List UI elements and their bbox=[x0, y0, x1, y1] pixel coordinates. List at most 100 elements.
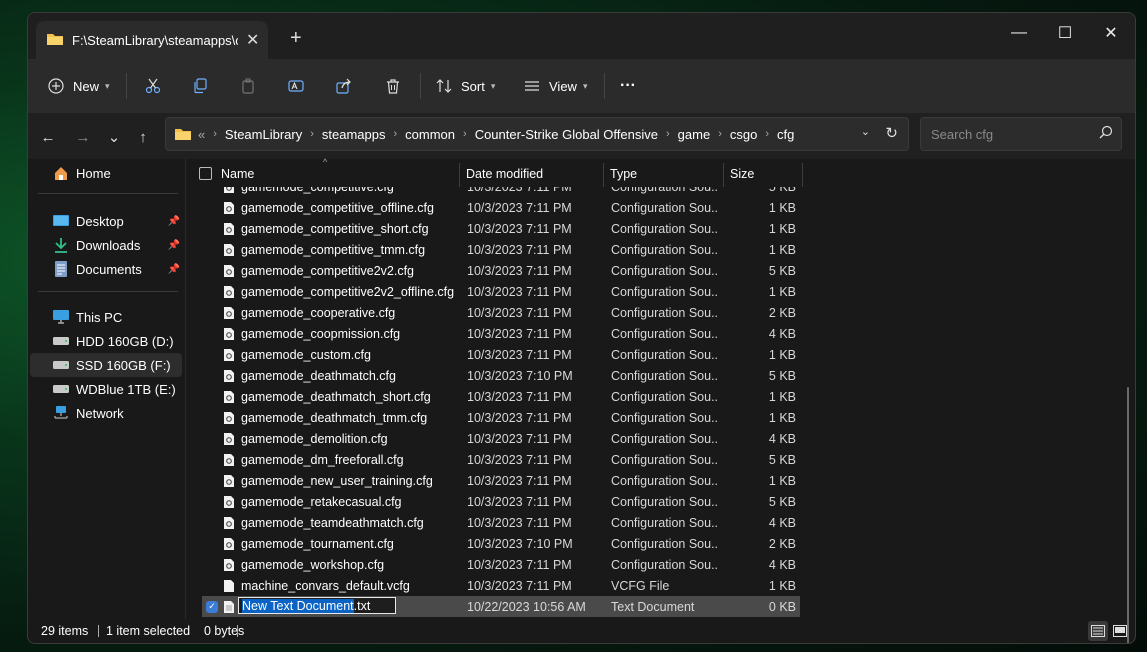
cell-name: gamemode_competitive2v2_offline.cfg bbox=[241, 284, 455, 299]
address-row: ← → ⌄ ↑ « › SteamLibrary › steamapps › c… bbox=[28, 113, 1135, 159]
new-button[interactable]: New ▾ bbox=[48, 71, 110, 101]
column-header-date[interactable]: Date modified bbox=[466, 167, 543, 181]
address-bar[interactable]: « › SteamLibrary › steamapps › common › … bbox=[165, 117, 909, 151]
table-row[interactable]: gamemode_new_user_training.cfg 10/3/2023 … bbox=[202, 470, 800, 491]
cell-date: 10/3/2023 7:11 PM bbox=[467, 284, 572, 299]
select-all-checkbox[interactable] bbox=[199, 167, 212, 180]
table-row[interactable]: gamemode_deathmatch_short.cfg 10/3/2023 7… bbox=[202, 386, 800, 407]
pin-icon: 📌 bbox=[167, 215, 180, 227]
sidebar-item-label: Documents bbox=[76, 261, 142, 277]
rename-button[interactable] bbox=[288, 71, 304, 101]
cell-date: 10/3/2023 7:11 PM bbox=[467, 578, 572, 593]
new-label: New bbox=[73, 78, 100, 94]
breadcrumb-item[interactable]: steamapps bbox=[322, 127, 386, 142]
cell-type: Configuration Sou... bbox=[611, 347, 719, 362]
sidebar-item-drive-e[interactable]: WDBlue 1TB (E:) bbox=[30, 377, 182, 401]
table-row[interactable]: gamemode_competitive.cfg 10/3/2023 7:11 P… bbox=[202, 187, 800, 197]
delete-button[interactable] bbox=[385, 71, 401, 101]
column-divider[interactable] bbox=[459, 163, 460, 187]
table-row[interactable]: gamemode_competitive_tmm.cfg 10/3/2023 7:… bbox=[202, 239, 800, 260]
column-header-type[interactable]: Type bbox=[610, 167, 637, 181]
search-input[interactable] bbox=[929, 125, 1093, 143]
cell-size: 5 KB bbox=[769, 187, 796, 194]
forward-button[interactable]: → bbox=[72, 126, 94, 148]
search-box[interactable] bbox=[920, 117, 1122, 151]
table-row[interactable]: gamemode_tournament.cfg 10/3/2023 7:10 PM… bbox=[202, 533, 800, 554]
breadcrumb-item[interactable]: SteamLibrary bbox=[225, 127, 302, 142]
table-row[interactable]: gamemode_custom.cfg 10/3/2023 7:11 PM Conf… bbox=[202, 344, 800, 365]
sidebar-item-label: SSD 160GB (F:) bbox=[76, 357, 171, 373]
table-row[interactable]: gamemode_retakecasual.cfg 10/3/2023 7:11 … bbox=[202, 491, 800, 512]
view-button[interactable]: View ▾ bbox=[524, 71, 587, 101]
paste-button[interactable] bbox=[240, 71, 256, 101]
breadcrumb-item[interactable]: game bbox=[678, 127, 711, 142]
cut-button[interactable] bbox=[145, 71, 161, 101]
sidebar-item-network[interactable]: Network bbox=[30, 401, 182, 425]
back-button[interactable]: ← bbox=[37, 126, 59, 148]
table-row[interactable]: gamemode_workshop.cfg 10/3/2023 7:11 PM Co… bbox=[202, 554, 800, 575]
table-row[interactable]: gamemode_competitive_offline.cfg 10/3/202… bbox=[202, 197, 800, 218]
table-row[interactable]: gamemode_cooperative.cfg 10/3/2023 7:11 P… bbox=[202, 302, 800, 323]
table-row[interactable]: gamemode_deathmatch_tmm.cfg 10/3/2023 7:1… bbox=[202, 407, 800, 428]
divider bbox=[237, 625, 238, 637]
table-row[interactable]: gamemode_coopmission.cfg 10/3/2023 7:11 P… bbox=[202, 323, 800, 344]
more-options-button[interactable]: ··· bbox=[620, 71, 636, 101]
divider bbox=[420, 73, 421, 99]
tiles-view-button[interactable] bbox=[1110, 621, 1130, 641]
column-header-name[interactable]: Name bbox=[221, 167, 254, 181]
breadcrumb-item[interactable]: cfg bbox=[777, 127, 794, 142]
table-row[interactable]: gamemode_deathmatch.cfg 10/3/2023 7:10 PM… bbox=[202, 365, 800, 386]
breadcrumb-item[interactable]: Counter-Strike Global Offensive bbox=[475, 127, 658, 142]
cell-name: gamemode_competitive_tmm.cfg bbox=[241, 242, 426, 257]
cell-type: Configuration Sou... bbox=[611, 242, 719, 257]
sort-button[interactable]: Sort ▾ bbox=[436, 71, 495, 101]
table-row[interactable]: gamemode_dm_freeforall.cfg 10/3/2023 7:11… bbox=[202, 449, 800, 470]
sidebar-item-downloads[interactable]: Downloads 📌 bbox=[30, 233, 182, 257]
row-checkbox[interactable]: ✓ bbox=[206, 600, 218, 613]
column-header-size[interactable]: Size bbox=[730, 167, 754, 181]
table-row[interactable]: gamemode_demolition.cfg 10/3/2023 7:11 PM… bbox=[202, 428, 800, 449]
up-button[interactable]: ↑ bbox=[132, 126, 154, 148]
tab-current-folder[interactable]: F:\SteamLibrary\steamapps\co ✕ bbox=[36, 21, 268, 59]
details-view-button[interactable] bbox=[1088, 621, 1108, 641]
cell-type: Configuration Sou... bbox=[611, 494, 719, 509]
table-row[interactable]: machine_convars_default.vcfg 10/3/2023 7:… bbox=[202, 575, 800, 596]
sidebar-item-home[interactable]: Home bbox=[30, 161, 182, 185]
table-row[interactable]: gamemode_competitive2v2.cfg 10/3/2023 7:1… bbox=[202, 260, 800, 281]
column-divider[interactable] bbox=[603, 163, 604, 187]
refresh-icon[interactable]: ↻ bbox=[885, 124, 898, 142]
breadcrumb-item[interactable]: csgo bbox=[730, 127, 757, 142]
close-window-button[interactable]: ✕ bbox=[1088, 19, 1134, 47]
table-row-renaming[interactable]: ✓ New Text Document .txt 10/22/2023 10:56… bbox=[202, 596, 800, 617]
sidebar-item-drive-d[interactable]: HDD 160GB (D:) bbox=[30, 329, 182, 353]
search-icon[interactable] bbox=[1099, 125, 1113, 142]
cell-size: 5 KB bbox=[768, 368, 796, 383]
column-divider[interactable] bbox=[723, 163, 724, 187]
plus-circle-icon bbox=[48, 78, 64, 94]
tab-close-icon[interactable]: ✕ bbox=[246, 30, 259, 50]
recent-locations-button[interactable]: ⌄ bbox=[103, 126, 125, 148]
copy-button[interactable] bbox=[192, 71, 208, 101]
sidebar-item-documents[interactable]: Documents 📌 bbox=[30, 257, 182, 281]
table-row[interactable]: gamemode_competitive_short.cfg 10/3/2023 … bbox=[202, 218, 800, 239]
share-button[interactable] bbox=[336, 71, 352, 101]
breadcrumb-item[interactable]: common bbox=[405, 127, 455, 142]
cell-date: 10/3/2023 7:11 PM bbox=[467, 431, 572, 446]
maximize-button[interactable]: ☐ bbox=[1042, 19, 1088, 47]
chevron-right-icon: › bbox=[213, 128, 217, 140]
sidebar-item-this-pc[interactable]: This PC bbox=[30, 305, 182, 329]
divider bbox=[38, 291, 178, 292]
sidebar-item-drive-f[interactable]: SSD 160GB (F:) bbox=[30, 353, 182, 377]
column-divider[interactable] bbox=[802, 163, 803, 187]
pane-splitter[interactable] bbox=[185, 159, 186, 619]
minimize-button[interactable]: — bbox=[996, 19, 1042, 47]
table-row[interactable]: gamemode_competitive2v2_offline.cfg 10/3/… bbox=[202, 281, 800, 302]
sidebar-item-desktop[interactable]: Desktop 📌 bbox=[30, 209, 182, 233]
breadcrumb-overflow[interactable]: « bbox=[198, 127, 205, 142]
drive-icon bbox=[53, 357, 69, 373]
table-row[interactable]: gamemode_teamdeathmatch.cfg 10/3/2023 7:1… bbox=[202, 512, 800, 533]
rename-input[interactable]: New Text Document .txt bbox=[238, 597, 396, 614]
address-dropdown-icon[interactable]: ⌄ bbox=[861, 125, 870, 138]
new-tab-button[interactable]: + bbox=[290, 27, 302, 50]
vertical-scrollbar[interactable] bbox=[1127, 387, 1129, 643]
